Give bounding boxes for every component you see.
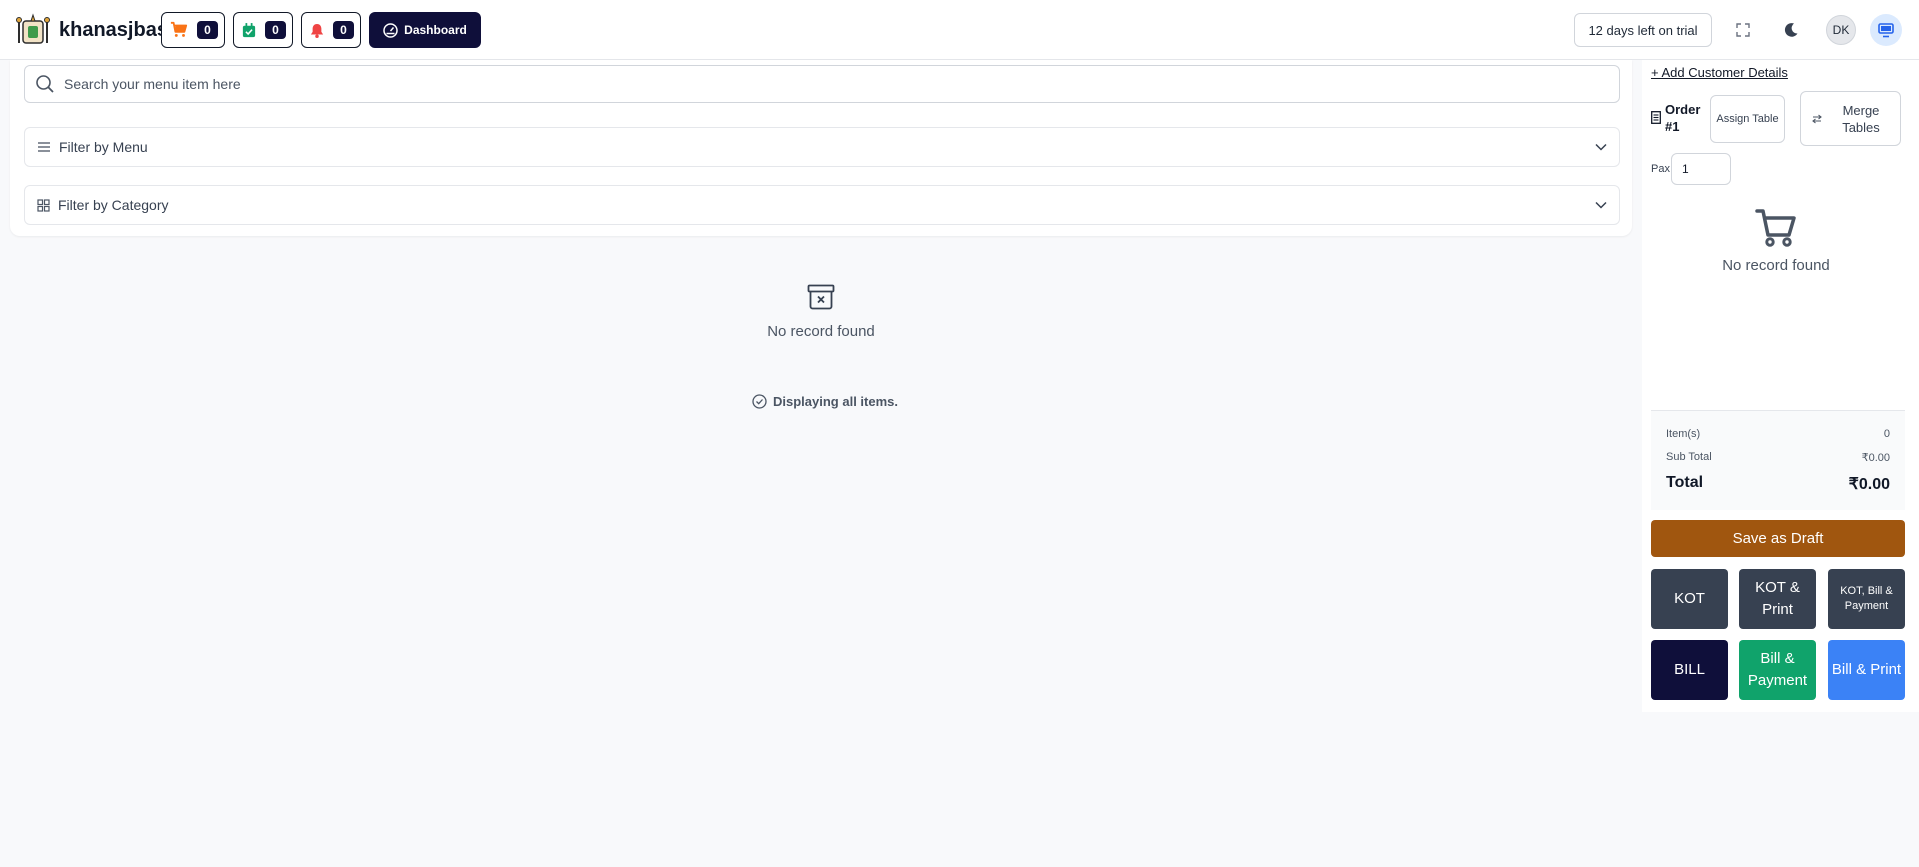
subtotal-value: ₹0.00 xyxy=(1861,452,1890,464)
bill-print-button[interactable]: Bill & Print xyxy=(1828,640,1905,700)
filter-by-menu-label: Filter by Menu xyxy=(59,139,148,155)
display-all-text: Displaying all items. xyxy=(773,394,898,409)
grid-icon xyxy=(37,198,50,212)
pax-label: Pax xyxy=(1651,163,1670,175)
monitor-icon xyxy=(1878,22,1894,37)
order-summary: Item(s) 0 Sub Total ₹0.00 Total ₹0.00 xyxy=(1651,410,1905,510)
moon-icon xyxy=(1784,23,1798,37)
cart-empty-text: No record found xyxy=(1722,257,1830,274)
shopping-cart-icon xyxy=(1755,209,1796,247)
dashboard-label: Dashboard xyxy=(404,23,467,37)
items-row: Item(s) 0 xyxy=(1666,428,1890,440)
chevron-down-icon xyxy=(1595,143,1607,151)
kot-button[interactable]: KOT xyxy=(1651,569,1728,629)
notifications-button[interactable]: 0 xyxy=(301,12,361,48)
notifications-count-badge: 0 xyxy=(333,21,354,39)
menu-lines-icon xyxy=(38,142,50,152)
cart-empty-state: No record found xyxy=(1700,208,1852,274)
chevron-down-icon xyxy=(1595,201,1607,209)
cart-button[interactable]: 0 xyxy=(161,12,225,48)
top-bar: khanasjbas 0 0 0 Dashboard 12 days left … xyxy=(0,0,1919,60)
total-label: Total xyxy=(1666,474,1704,491)
subtotal-row: Sub Total ₹0.00 xyxy=(1666,451,1890,464)
subtotal-label: Sub Total xyxy=(1666,451,1712,463)
archive-x-icon xyxy=(807,284,835,310)
orders-button[interactable]: 0 xyxy=(233,12,293,48)
search-icon xyxy=(36,75,54,93)
restaurant-logo-icon[interactable] xyxy=(16,13,50,47)
fullscreen-icon xyxy=(1736,23,1750,37)
user-avatar[interactable]: DK xyxy=(1826,15,1856,45)
brand-name: khanasjbas xyxy=(59,19,168,41)
bell-icon xyxy=(310,23,324,38)
bill-button[interactable]: BILL xyxy=(1651,640,1728,700)
order-number: Order #1 xyxy=(1651,101,1703,135)
orders-count-badge: 0 xyxy=(265,21,286,39)
merge-tables-label: Merge Tables xyxy=(1842,102,1880,135)
assign-table-button[interactable]: Assign Table xyxy=(1710,95,1785,143)
order-number-label: Order #1 xyxy=(1665,102,1701,134)
pax-input[interactable] xyxy=(1671,153,1731,185)
save-as-draft-button[interactable]: Save as Draft xyxy=(1651,520,1905,557)
menu-search-input[interactable] xyxy=(64,76,1564,92)
cart-icon xyxy=(170,21,188,37)
total-row: Total ₹0.00 xyxy=(1666,474,1890,494)
add-customer-link[interactable]: + Add Customer Details xyxy=(1651,65,1788,80)
merge-tables-button[interactable]: Merge Tables xyxy=(1800,91,1901,146)
dashboard-button[interactable]: Dashboard xyxy=(369,12,481,48)
pos-view-button[interactable] xyxy=(1870,14,1902,46)
items-label: Item(s) xyxy=(1666,428,1701,440)
total-value: ₹0.00 xyxy=(1848,476,1890,493)
kot-bill-payment-button[interactable]: KOT, Bill & Payment xyxy=(1828,569,1905,629)
dark-mode-toggle[interactable] xyxy=(1775,14,1807,46)
fullscreen-button[interactable] xyxy=(1727,14,1759,46)
filter-by-category-dropdown[interactable]: Filter by Category xyxy=(24,185,1620,225)
receipt-icon xyxy=(1651,111,1661,124)
filter-by-menu-dropdown[interactable]: Filter by Menu xyxy=(24,127,1620,167)
kot-print-button[interactable]: KOT & Print xyxy=(1739,569,1816,629)
menu-empty-text: No record found xyxy=(767,323,875,340)
swap-arrows-icon xyxy=(1812,114,1822,123)
check-circle-icon xyxy=(752,394,767,409)
bill-payment-button[interactable]: Bill & Payment xyxy=(1739,640,1816,700)
items-value: 0 xyxy=(1883,428,1890,440)
menu-empty-state: No record found xyxy=(740,284,902,340)
menu-search-box[interactable] xyxy=(24,65,1620,103)
trial-status-button[interactable]: 12 days left on trial xyxy=(1574,13,1712,47)
cart-count-badge: 0 xyxy=(197,21,218,39)
filter-by-category-label: Filter by Category xyxy=(58,197,169,213)
calendar-check-icon xyxy=(242,22,256,37)
display-all-notice: Displaying all items. xyxy=(752,394,898,409)
speedometer-icon xyxy=(383,22,398,38)
